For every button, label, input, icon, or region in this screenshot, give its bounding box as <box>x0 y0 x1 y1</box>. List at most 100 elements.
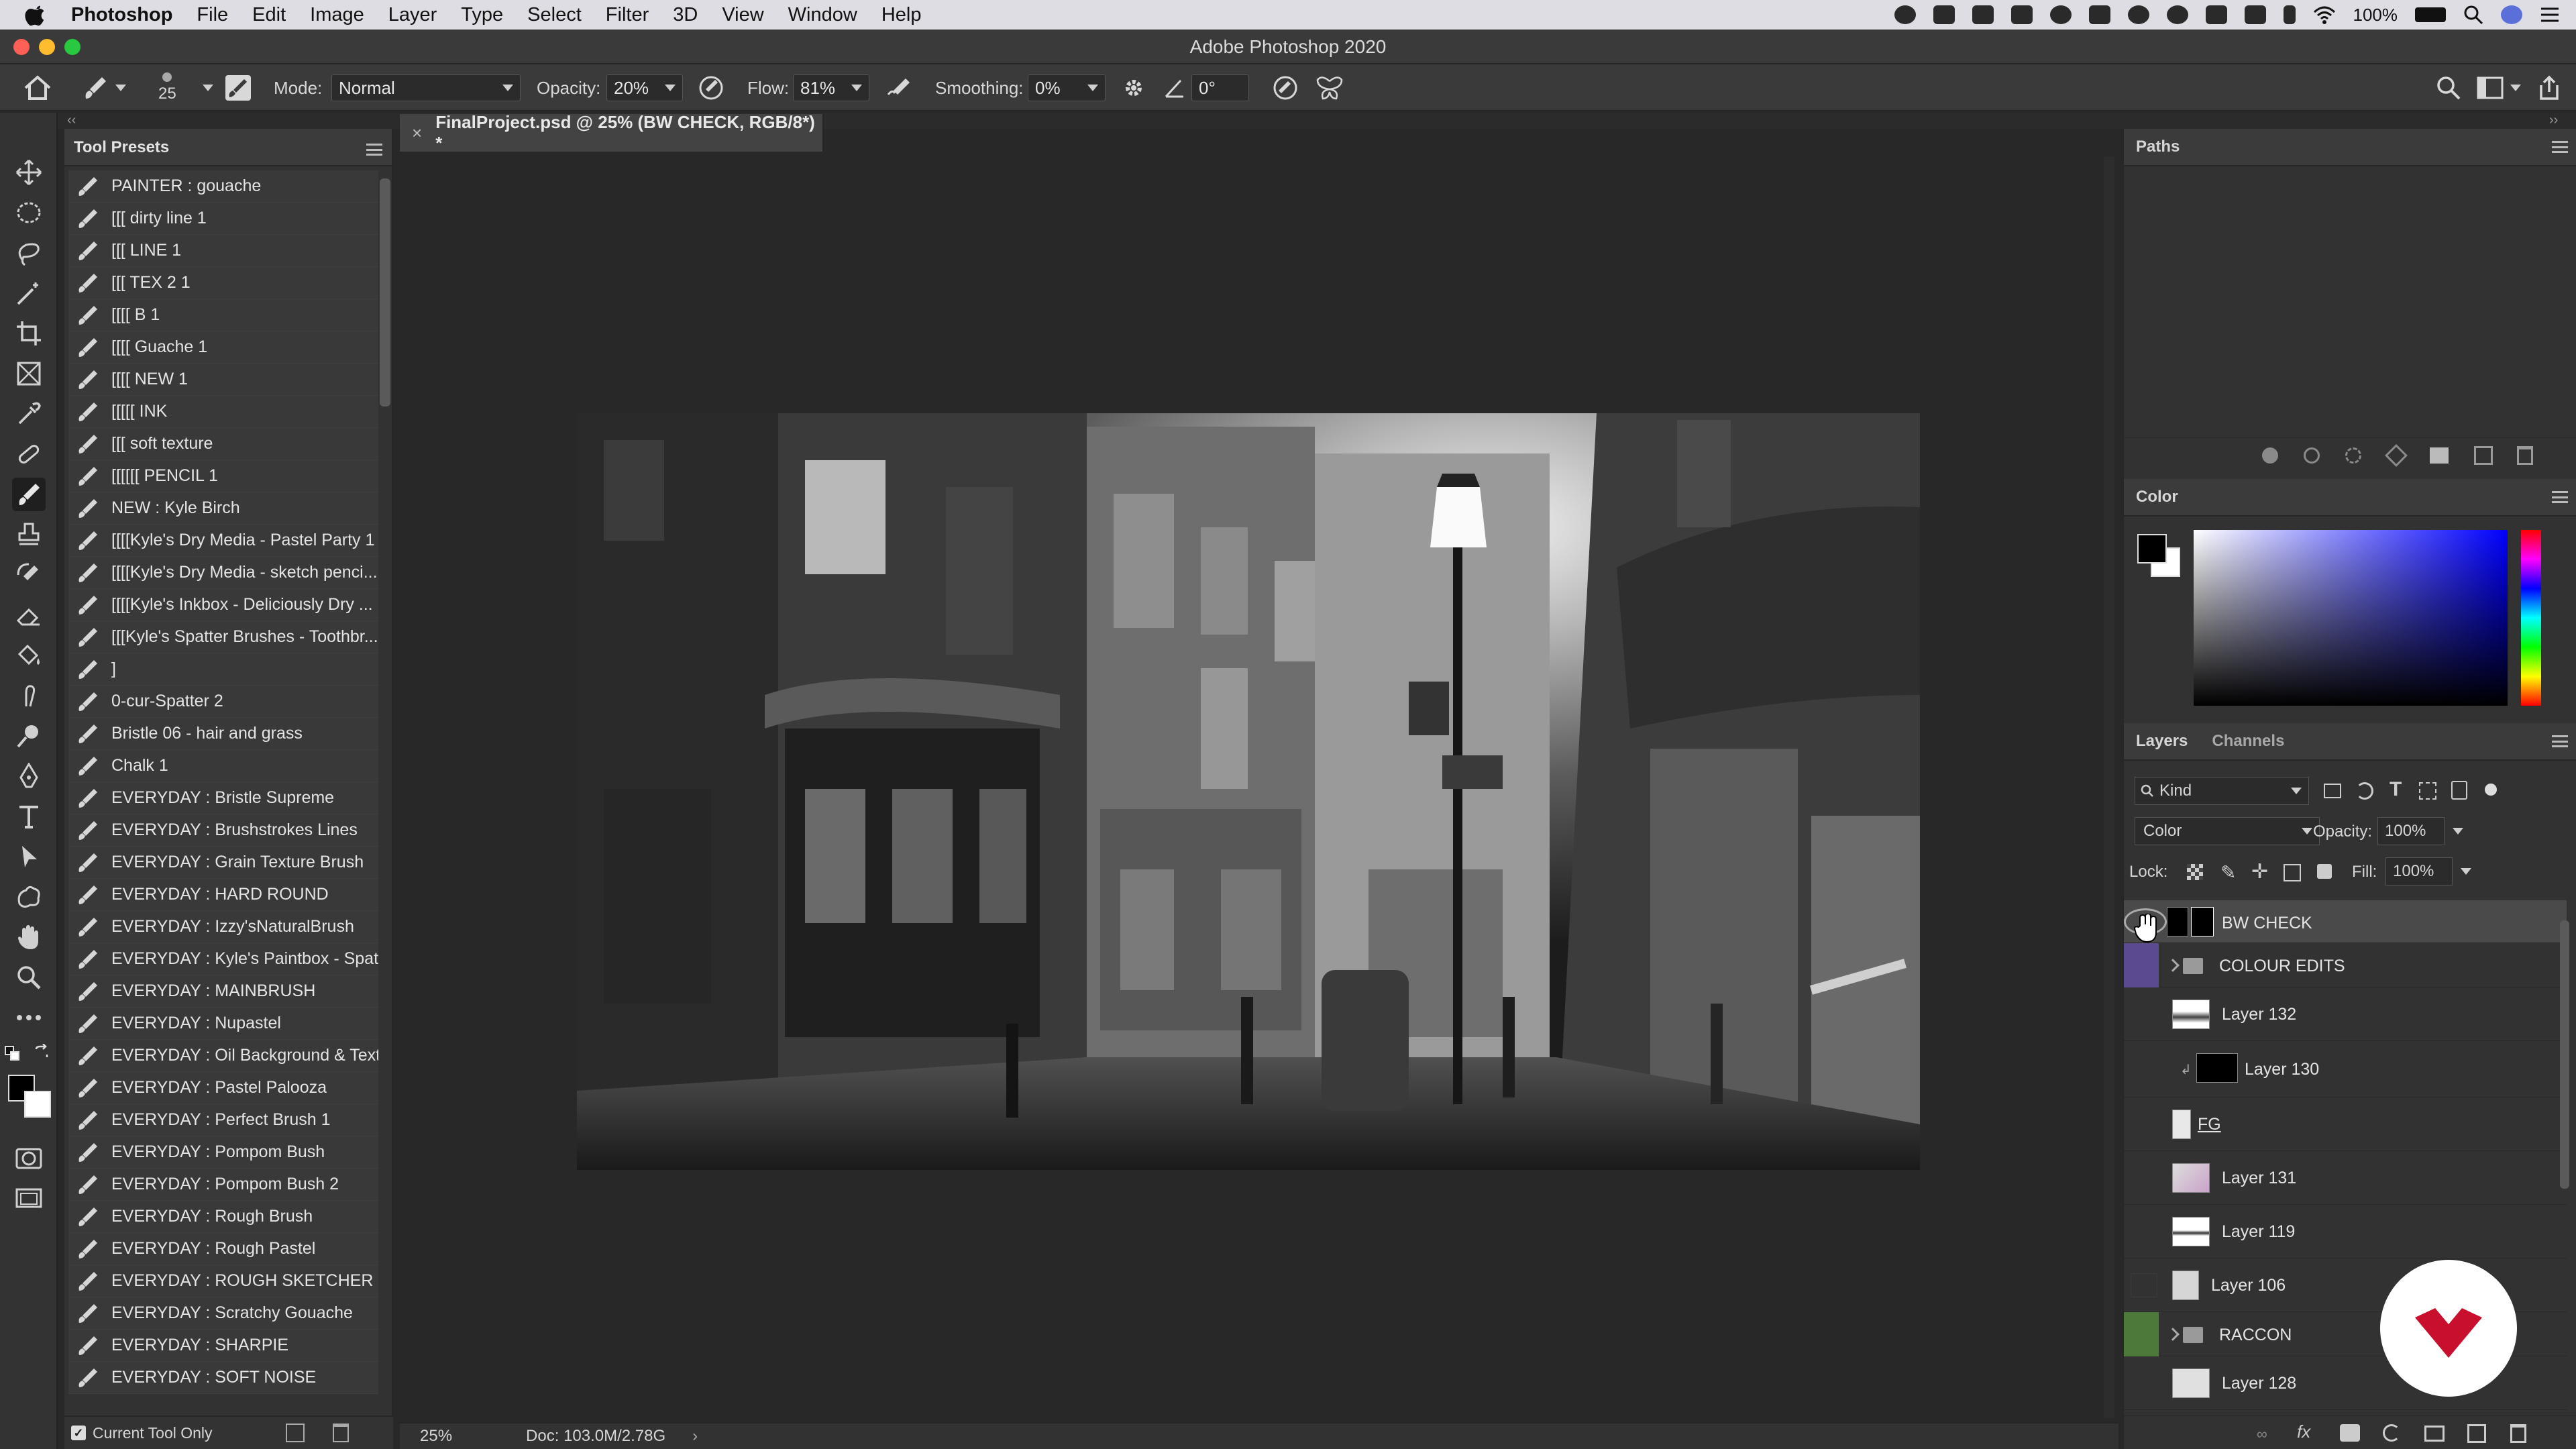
new-adjustment-layer-icon[interactable] <box>2383 1424 2400 1442</box>
vpn-icon[interactable] <box>2166 5 2188 24</box>
preset-item[interactable]: ] <box>68 653 378 686</box>
tool-preset-picker[interactable] <box>82 64 126 111</box>
hue-slider[interactable] <box>2521 530 2541 706</box>
chevron-down-icon[interactable] <box>2461 868 2471 875</box>
panel-menu-icon[interactable] <box>2552 491 2568 503</box>
preset-item[interactable]: [[[ dirty line 1 <box>68 203 378 235</box>
eraser-tool[interactable] <box>12 598 46 632</box>
healing-brush-tool[interactable] <box>12 437 46 471</box>
brush-settings-panel-toggle[interactable] <box>224 64 252 111</box>
battery-icon[interactable] <box>2415 7 2446 22</box>
layer-name[interactable]: COLOUR EDITS <box>2219 957 2345 976</box>
preset-item[interactable]: EVERYDAY : HARD ROUND <box>68 879 378 911</box>
preset-item[interactable]: EVERYDAY : SOFT NOISE <box>68 1362 378 1394</box>
visibility-toggle-empty[interactable] <box>2131 1273 2157 1297</box>
new-path-icon[interactable] <box>2474 446 2493 465</box>
layer-row[interactable]: Layer 132 <box>2124 987 2567 1041</box>
spotlight-search-icon[interactable] <box>2463 5 2483 25</box>
pressure-size-button[interactable] <box>1272 64 1299 111</box>
group-expander-icon[interactable] <box>2166 959 2180 972</box>
new-group-icon[interactable] <box>2424 1426 2445 1442</box>
lock-position-icon[interactable]: ✛ <box>2251 860 2268 883</box>
group-expander-icon[interactable] <box>2166 1328 2180 1341</box>
lock-pixels-icon[interactable]: ✎ <box>2220 861 2236 883</box>
paint-bucket-tool[interactable] <box>12 639 46 672</box>
layer-name[interactable]: FG <box>2198 1115 2221 1134</box>
hand-tool[interactable] <box>12 920 46 954</box>
smudge-tool[interactable] <box>12 679 46 712</box>
symmetry-button[interactable] <box>1315 64 1344 111</box>
panel-menu-icon[interactable] <box>366 144 382 156</box>
fill-path-icon[interactable] <box>2262 447 2278 464</box>
filter-toggle-icon[interactable] <box>2485 784 2497 796</box>
filter-adjustment-icon[interactable] <box>2356 782 2373 800</box>
preset-item[interactable]: EVERYDAY : Brushstrokes Lines <box>68 814 378 847</box>
close-document-icon[interactable]: × <box>412 123 422 144</box>
tab-channels[interactable]: Channels <box>2200 722 2296 760</box>
brush-tool[interactable] <box>12 478 46 511</box>
history-brush-tool[interactable] <box>12 558 46 592</box>
opacity-field[interactable]: 20% <box>606 74 683 101</box>
preset-item[interactable]: [[[ TEX 2 1 <box>68 267 378 299</box>
smoothing-options-button[interactable] <box>1120 64 1147 111</box>
tab-color[interactable]: Color <box>2124 478 2190 516</box>
preset-item[interactable]: Chalk 1 <box>68 750 378 782</box>
clone-stamp-tool[interactable] <box>12 518 46 551</box>
preset-item[interactable]: [[[[ Guache 1 <box>68 331 378 364</box>
dropbox-icon[interactable] <box>1972 5 1994 24</box>
record-icon[interactable] <box>1894 5 1916 24</box>
lock-transparent-icon[interactable] <box>2187 864 2203 880</box>
layer-mask-thumbnail[interactable] <box>2191 907 2214 936</box>
layer-name[interactable]: Layer 106 <box>2211 1276 2286 1295</box>
preset-item[interactable]: EVERYDAY : Pompom Bush <box>68 1136 378 1169</box>
lock-artboard-icon[interactable] <box>2284 864 2301 881</box>
lock-all-icon[interactable] <box>2317 864 2332 879</box>
preset-item[interactable]: [[[[[[ PENCIL 1 <box>68 460 378 492</box>
layer-row[interactable]: Layer 131 <box>2124 1151 2567 1205</box>
menu-help[interactable]: Help <box>881 4 922 26</box>
preset-item[interactable]: EVERYDAY : Bristle Supreme <box>68 782 378 814</box>
collapse-panel-icon[interactable]: ‹‹ <box>67 113 76 128</box>
pen-tool[interactable] <box>12 759 46 793</box>
workspace-switcher[interactable] <box>2477 64 2521 111</box>
preset-item[interactable]: EVERYDAY : Rough Brush <box>68 1201 378 1233</box>
preset-item[interactable]: [[[ soft texture <box>68 428 378 460</box>
menu-file[interactable]: File <box>197 4 228 26</box>
panel-menu-icon[interactable] <box>2552 141 2568 153</box>
layer-row-bw-check[interactable]: BW CHECK <box>2124 900 2567 943</box>
layer-name[interactable]: Layer 131 <box>2222 1169 2296 1188</box>
screen-mode-button[interactable] <box>12 1182 46 1216</box>
preset-item[interactable]: EVERYDAY : ROUGH SKETCHER <box>68 1265 378 1297</box>
minimize-window-button[interactable] <box>39 39 55 55</box>
menu-type[interactable]: Type <box>461 4 503 26</box>
menu-window[interactable]: Window <box>788 4 857 26</box>
layer-name[interactable]: Layer 132 <box>2222 1005 2296 1024</box>
add-layer-mask-icon[interactable] <box>2340 1424 2360 1442</box>
frame-tool[interactable] <box>12 357 46 390</box>
visibility-eye-icon[interactable] <box>2131 1220 2157 1244</box>
wifi-icon[interactable] <box>2313 5 2336 24</box>
layer-row[interactable]: FG <box>2124 1097 2567 1151</box>
preset-item[interactable]: EVERYDAY : Nupastel <box>68 1008 378 1040</box>
preset-item[interactable]: [[[ LINE 1 <box>68 235 378 267</box>
search-button[interactable] <box>2435 64 2462 111</box>
angle-field[interactable]: 0° <box>1191 74 1249 101</box>
smoothing-field[interactable]: 0% <box>1028 74 1106 101</box>
menu-layer[interactable]: Layer <box>388 4 437 26</box>
preset-item[interactable]: NEW : Kyle Birch <box>68 492 378 525</box>
background-color-swatch[interactable] <box>24 1091 51 1118</box>
collapse-right-panels-icon[interactable]: ›› <box>2549 113 2558 128</box>
crop-tool[interactable] <box>12 317 46 350</box>
wd-icon[interactable] <box>1933 5 1955 24</box>
fill-field[interactable]: 100% <box>2385 857 2453 885</box>
layer-name[interactable]: Layer 128 <box>2222 1374 2296 1393</box>
filter-smart-object-icon[interactable] <box>2451 781 2467 800</box>
preset-item[interactable]: EVERYDAY : Pompom Bush 2 <box>68 1169 378 1201</box>
apple-icon[interactable] <box>24 3 48 27</box>
status-chevron-icon[interactable]: › <box>692 1427 698 1446</box>
current-tool-only-checkbox[interactable]: ✓ <box>71 1426 86 1440</box>
swap-colors-button[interactable] <box>34 1043 50 1060</box>
visibility-eye-icon[interactable] <box>2131 1112 2157 1136</box>
color-picker-field[interactable] <box>2194 530 2508 706</box>
preset-item[interactable]: [[[[ NEW 1 <box>68 364 378 396</box>
